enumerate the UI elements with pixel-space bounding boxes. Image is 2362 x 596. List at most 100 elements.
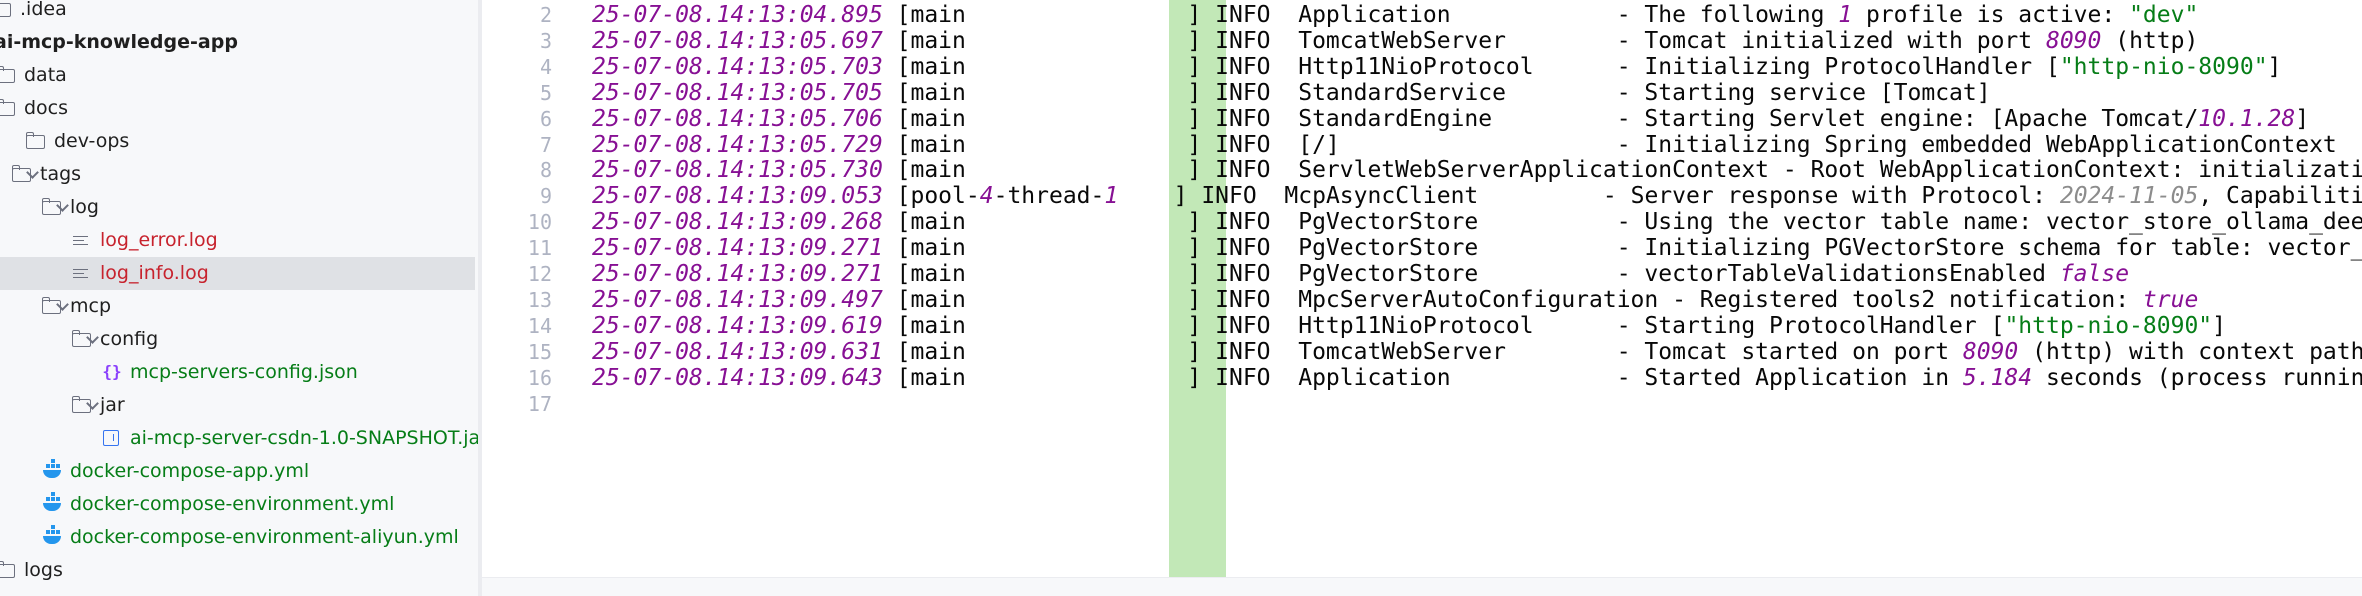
docker-icon [42, 528, 62, 546]
tree-item-label: log_error.log [100, 229, 218, 251]
log-editor[interactable]: 2 3 4 5 6 7 8 9 10 11 12 13 14 15 16 17 25-07-08.14:13:… [482, 0, 2362, 596]
log-text: [main ] [882, 261, 1216, 287]
tree-item-ai-mcp-knowledge-app[interactable]: ai-mcp-knowledge-app [0, 26, 475, 59]
log-text: TomcatWebServer - Tomcat initialized wit… [1270, 27, 2046, 54]
tree-item-idea[interactable]: .idea [0, 0, 475, 26]
tree-item-docker-compose-environment-yml[interactable]: docker-compose-environment.yml [0, 488, 475, 521]
tree-item-label: log [70, 196, 99, 218]
tree-item-data[interactable]: data [0, 59, 475, 92]
log-timestamp: 25-07-08.14:13:09.053 [592, 183, 883, 210]
horizontal-scrollbar[interactable] [482, 577, 2362, 596]
log-text: ] [2212, 312, 2227, 339]
tree-item-config[interactable]: config [0, 323, 475, 356]
tree-item-log-error-log[interactable]: log_error.log [0, 224, 475, 257]
log-text: [main ] [882, 286, 1216, 313]
log-level: INFO [1215, 364, 1271, 391]
tree-item-label: mcp [70, 295, 112, 317]
log-text: "http-nio-8090" [2004, 312, 2213, 339]
log-text: [main ] [882, 79, 1216, 106]
log-level: INFO [1215, 157, 1271, 184]
tree-item-label: docker-compose-environment-aliyun.yml [70, 526, 459, 548]
folder-icon [12, 165, 32, 183]
tree-item-label: logs [24, 559, 63, 581]
log-timestamp: 25-07-08.14:13:05.703 [592, 53, 883, 80]
folder-icon [0, 0, 12, 18]
log-text: 1 [1104, 183, 1119, 210]
tree-item-label: ai-mcp-knowledge-app [0, 31, 238, 53]
log-text: [main ] [882, 209, 1216, 236]
log-level: INFO [1215, 27, 1271, 54]
log-level: INFO [1215, 79, 1271, 106]
tree-item-label: docs [24, 97, 69, 119]
log-text: "http-nio-8090" [2059, 53, 2268, 80]
log-timestamp: 25-07-08.14:13:05.697 [592, 27, 883, 54]
log-text: PgVectorStore - Using the vector table n… [1270, 209, 2362, 236]
log-text: [main ] [882, 364, 1216, 391]
log-text: 10.1.28 [2198, 105, 2296, 132]
tree-item-mcp-servers-config-json[interactable]: {} mcp-servers-config.json [0, 356, 475, 389]
log-text: [main ] [882, 105, 1216, 132]
log-text: Application - Started Application in [1270, 364, 1963, 391]
log-text: MpcServerAutoConfiguration - Registered … [1270, 286, 2143, 313]
log-timestamp: 25-07-08.14:13:09.271 [592, 235, 883, 262]
tree-item-label: data [24, 64, 67, 86]
log-text: PgVectorStore - Initializing PGVectorSto… [1270, 235, 2362, 262]
tree-item-docker-compose-environment-aliyun-yml[interactable]: docker-compose-environment-aliyun.yml [0, 521, 475, 554]
log-level: INFO [1215, 261, 1271, 287]
log-timestamp: 25-07-08.14:13:09.631 [592, 338, 883, 365]
log-text: 8090 [2045, 27, 2102, 54]
folder-icon [72, 396, 92, 414]
tree-item-label: mcp-servers-config.json [130, 361, 358, 383]
docker-icon [42, 462, 62, 480]
tree-item-docker-compose-app-yml[interactable]: docker-compose-app.yml [0, 455, 475, 488]
log-text: "dev" [2129, 2, 2199, 28]
log-text: ] [2295, 105, 2310, 132]
tree-item-label: log_info.log [100, 262, 209, 284]
tree-item-log-info-log[interactable]: log_info.log [0, 257, 475, 290]
log-text: [main ] [882, 27, 1216, 54]
tree-item-jar[interactable]: jar [0, 389, 475, 422]
log-timestamp: 25-07-08.14:13:05.729 [592, 131, 883, 158]
log-level: INFO [1215, 53, 1271, 80]
log-level: INFO [1215, 131, 1271, 158]
log-text: profile is active: [1852, 2, 2130, 28]
folder-icon [72, 330, 92, 348]
log-text: Http11NioProtocol - Initializing Protoco… [1270, 53, 2060, 80]
tree-item-ai-mcp-server-csdn-1-0-snapshot-jar[interactable]: ai-mcp-server-csdn-1.0-SNAPSHOT.jar [0, 422, 478, 455]
tree-item-logs[interactable]: logs [0, 554, 475, 587]
log-text: Http11NioProtocol - Starting ProtocolHan… [1270, 312, 2005, 339]
log-text: 8090 [1962, 338, 2019, 365]
folder-icon [0, 561, 16, 579]
log-text: [main ] [882, 235, 1216, 262]
log-timestamp: 25-07-08.14:13:04.895 [592, 2, 883, 28]
log-text: , Capabilitie [2198, 183, 2362, 210]
tree-item-label: jar [100, 394, 125, 416]
log-timestamp: 25-07-08.14:13:09.619 [592, 312, 883, 339]
log-timestamp: 25-07-08.14:13:05.706 [592, 105, 883, 132]
log-text: [main ] [882, 131, 1216, 158]
tree-item-label: docker-compose-environment.yml [70, 493, 395, 515]
log-level: INFO [1215, 235, 1271, 262]
tree-item-tags[interactable]: tags [0, 158, 475, 191]
log-line[interactable]: 25-07-08.14:13:09.643 [main ] INFO Appli… [592, 364, 2362, 406]
tree-item-mcp[interactable]: mcp [0, 290, 475, 323]
log-timestamp: 25-07-08.14:13:09.271 [592, 261, 883, 287]
folder-icon [42, 297, 62, 315]
log-text: [/] - Initializing Spring embedded WebAp… [1270, 131, 2337, 158]
log-level: INFO [1215, 338, 1271, 365]
tree-item-label: tags [40, 163, 82, 185]
text-file-icon [72, 231, 92, 249]
log-text: true [2142, 286, 2199, 313]
log-text: 5.184 [1962, 364, 2033, 391]
folder-icon [26, 132, 46, 150]
log-timestamp: 25-07-08.14:13:09.643 [592, 364, 883, 391]
line-number-gutter: 2 3 4 5 6 7 8 9 10 11 12 13 14 15 16 17 [482, 0, 592, 596]
log-text: [main ] [882, 2, 1216, 28]
log-level: INFO [1215, 2, 1271, 28]
log-text: McpAsyncClient - Server response with Pr… [1256, 183, 2060, 210]
log-text: [pool- [882, 183, 980, 210]
log-text: ] [2267, 53, 2282, 80]
tree-item-docs[interactable]: docs [0, 92, 475, 125]
tree-item-log[interactable]: log [0, 191, 475, 224]
tree-item-dev-ops[interactable]: dev-ops [0, 125, 475, 158]
